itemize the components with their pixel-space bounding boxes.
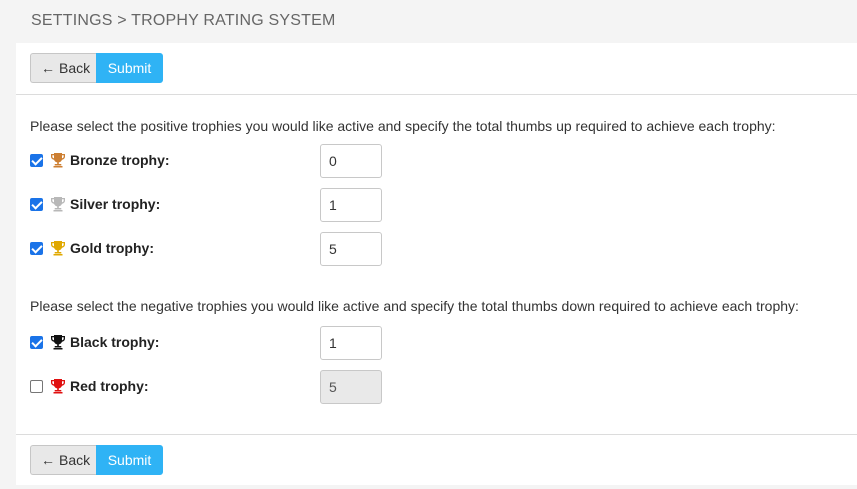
arrow-left-icon: ←: [41, 452, 55, 468]
bronze-trophy-label: Bronze trophy:: [70, 152, 170, 168]
settings-panel: ← Back Submit Please select the positive…: [16, 43, 857, 485]
submit-button[interactable]: Submit: [96, 53, 163, 83]
black-trophy-checkbox[interactable]: [30, 336, 43, 349]
trophy-row-gold: Gold trophy:: [30, 232, 430, 266]
negative-intro-text: Please select the negative trophies you …: [30, 298, 799, 314]
page-title: SETTINGS > TROPHY RATING SYSTEM: [31, 12, 336, 29]
trophy-icon: [51, 241, 65, 256]
trophy-icon: [51, 197, 65, 212]
gold-trophy-label: Gold trophy:: [70, 240, 154, 256]
page-header: SETTINGS > TROPHY RATING SYSTEM: [16, 0, 857, 43]
arrow-left-icon: ←: [41, 60, 55, 76]
red-trophy-threshold-input[interactable]: [320, 370, 382, 404]
bronze-trophy-checkbox[interactable]: [30, 154, 43, 167]
red-trophy-checkbox[interactable]: [30, 380, 43, 393]
positive-intro-text: Please select the positive trophies you …: [30, 118, 776, 134]
red-trophy-label: Red trophy:: [70, 378, 149, 394]
gold-trophy-threshold-input[interactable]: [320, 232, 382, 266]
trophy-row-silver: Silver trophy:: [30, 188, 430, 222]
back-button[interactable]: ← Back: [30, 53, 96, 83]
trophy-icon: [51, 379, 65, 394]
back-button-label: Back: [59, 60, 91, 76]
trophy-row-red: Red trophy:: [30, 370, 430, 404]
black-trophy-label: Black trophy:: [70, 334, 160, 350]
silver-trophy-checkbox[interactable]: [30, 198, 43, 211]
divider: [16, 434, 857, 435]
submit-button[interactable]: Submit: [96, 445, 163, 475]
trophy-icon: [51, 153, 65, 168]
gold-trophy-checkbox[interactable]: [30, 242, 43, 255]
bottom-button-group: ← Back Submit: [30, 445, 163, 475]
back-button[interactable]: ← Back: [30, 445, 96, 475]
silver-trophy-label: Silver trophy:: [70, 196, 161, 212]
trophy-row-bronze: Bronze trophy:: [30, 144, 430, 178]
divider: [16, 94, 857, 95]
trophy-icon: [51, 335, 65, 350]
back-button-label: Back: [59, 452, 91, 468]
silver-trophy-threshold-input[interactable]: [320, 188, 382, 222]
top-button-group: ← Back Submit: [30, 53, 163, 83]
black-trophy-threshold-input[interactable]: [320, 326, 382, 360]
trophy-row-black: Black trophy:: [30, 326, 430, 360]
bronze-trophy-threshold-input[interactable]: [320, 144, 382, 178]
